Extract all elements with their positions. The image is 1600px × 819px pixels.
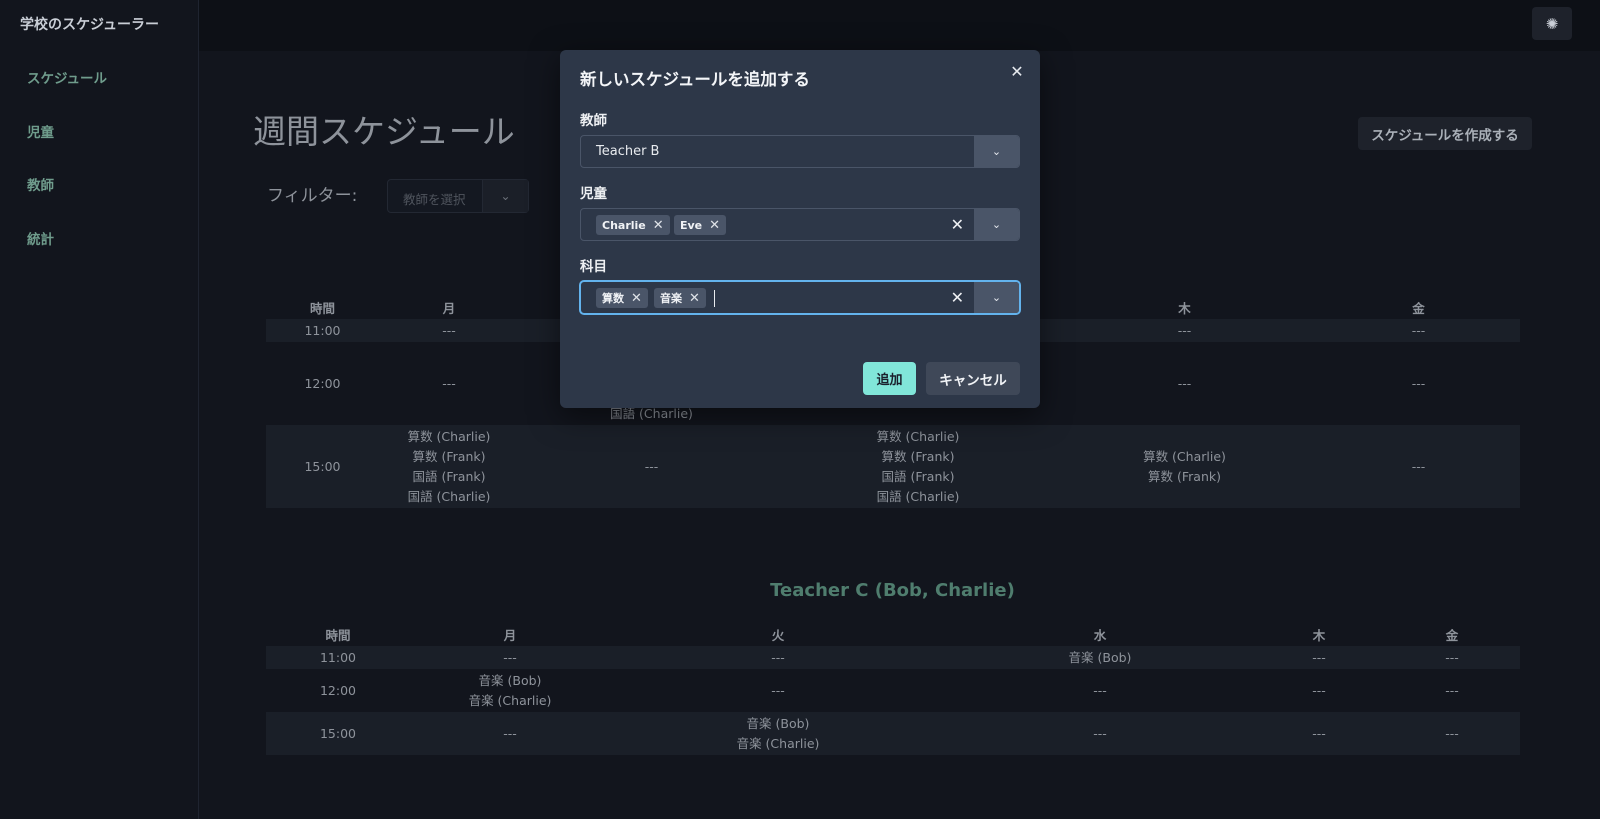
table-cell: --- <box>1093 682 1107 698</box>
filter-label: フィルター: <box>267 186 358 206</box>
clear-icon[interactable]: ✕ <box>951 215 964 234</box>
sidebar-item-schedule[interactable]: スケジュール <box>27 67 107 87</box>
table-header: 時間 <box>309 301 335 316</box>
table-cell: 算数 (Charlie) 算数 (Frank) 国語 (Frank) 国語 (C… <box>379 425 519 508</box>
table-header: 水 <box>1093 628 1107 643</box>
add-schedule-modal: 新しいスケジュールを追加する ✕ 教師 Teacher B ⌄ 児童 Charl… <box>560 50 1040 408</box>
sidebar-item-teachers[interactable]: 教師 <box>27 174 54 194</box>
teacher-select-value: Teacher B <box>596 144 660 159</box>
table-cell: --- <box>771 682 785 698</box>
create-schedule-button[interactable]: スケジュールを作成する <box>1358 117 1532 150</box>
table-header: 月 <box>503 628 517 643</box>
chevron-down-icon[interactable]: ⌄ <box>974 136 1019 167</box>
time-cell: 12:00 <box>319 682 357 698</box>
table-header: 木 <box>1312 628 1326 643</box>
table-cell: 音楽 (Bob) 音楽 (Charlie) <box>468 672 552 708</box>
remove-tag-icon[interactable]: ✕ <box>631 291 642 306</box>
text-caret[interactable] <box>714 290 715 307</box>
table-header-row: 時間 月 火 水 木 金 <box>266 623 1520 646</box>
tag-label: 音楽 <box>660 292 682 305</box>
table-header: 月 <box>442 301 456 316</box>
table-row: 15:00 --- 音楽 (Bob) 音楽 (Charlie) --- --- … <box>266 712 1520 755</box>
children-multiselect[interactable]: Charlie ✕ Eve ✕ ✕ ⌄ <box>580 208 1020 241</box>
table-cell: --- <box>379 319 519 342</box>
cancel-button[interactable]: キャンセル <box>926 362 1020 395</box>
gear-icon: ✺ <box>1545 14 1559 33</box>
remove-tag-icon[interactable]: ✕ <box>689 291 700 306</box>
table-cell: --- <box>610 646 946 669</box>
add-button[interactable]: 追加 <box>863 362 916 395</box>
time-cell: 12:00 <box>304 375 341 391</box>
subject-field-label: 科目 <box>580 259 607 275</box>
app-title: 学校のスケジューラー <box>20 17 160 33</box>
table-cell: 音楽 (Bob) 音楽 (Charlie) <box>610 712 946 755</box>
chevron-down-icon[interactable]: ⌄ <box>974 209 1019 240</box>
table-cell: --- <box>1317 319 1520 342</box>
table-cell: --- <box>1254 646 1384 669</box>
filter-placeholder: 教師を選択 <box>403 192 466 207</box>
teacher-field-label: 教師 <box>580 113 607 129</box>
table-header: 火 <box>771 628 785 643</box>
tag-chip: Charlie ✕ <box>596 215 670 235</box>
page-title: 週間スケジュール <box>253 112 515 151</box>
settings-button[interactable]: ✺ <box>1532 7 1572 40</box>
table-row: 12:00 音楽 (Bob) 音楽 (Charlie) --- --- --- … <box>266 669 1520 712</box>
remove-tag-icon[interactable]: ✕ <box>709 218 720 233</box>
table-cell: 算数 (Charlie) 算数 (Frank) <box>1052 425 1317 508</box>
chevron-down-icon[interactable]: ⌄ <box>482 180 528 212</box>
schedule-table-teacher-c: 時間 月 火 水 木 金 11:00 --- --- 音楽 (Bob) --- … <box>266 623 1520 755</box>
tag-chip: Eve ✕ <box>674 215 727 235</box>
table-cell: --- <box>410 712 610 755</box>
tag-label: Eve <box>680 218 703 232</box>
table-row: 11:00 --- --- 音楽 (Bob) --- --- <box>266 646 1520 669</box>
remove-tag-icon[interactable]: ✕ <box>653 218 664 233</box>
table-cell: --- <box>1312 682 1326 698</box>
chevron-down-icon[interactable]: ⌄ <box>974 282 1019 313</box>
table-cell: --- <box>442 375 456 391</box>
time-cell: 11:00 <box>266 646 410 669</box>
table-cell: --- <box>410 646 610 669</box>
tag-label: Charlie <box>602 218 646 232</box>
table-header: 金 <box>1445 628 1459 643</box>
teacher-select[interactable]: Teacher B ⌄ <box>580 135 1020 168</box>
table-row: 15:00 算数 (Charlie) 算数 (Frank) 国語 (Frank)… <box>266 425 1520 508</box>
subject-multiselect[interactable]: 算数 ✕ 音楽 ✕ ✕ ⌄ <box>580 281 1020 314</box>
time-cell: 15:00 <box>266 425 379 508</box>
sidebar: 学校のスケジューラー スケジュール 児童 教師 統計 <box>0 0 199 819</box>
table-cell: --- <box>1177 375 1192 391</box>
table-cell: 音楽 (Bob) <box>946 646 1254 669</box>
table-cell: --- <box>1052 319 1317 342</box>
table-cell: --- <box>1411 375 1426 391</box>
tag-label: 算数 <box>602 292 624 305</box>
table-header: 木 <box>1178 301 1191 316</box>
table-cell: --- <box>1254 712 1384 755</box>
sidebar-item-children[interactable]: 児童 <box>27 121 54 141</box>
table-cell: --- <box>1317 425 1520 508</box>
table-cell: --- <box>1384 646 1520 669</box>
time-cell: 15:00 <box>266 712 410 755</box>
time-cell: 11:00 <box>266 319 379 342</box>
tag-chip: 音楽 ✕ <box>654 288 706 308</box>
modal-title: 新しいスケジュールを追加する <box>580 70 810 89</box>
close-icon[interactable]: ✕ <box>1008 62 1026 81</box>
table-cell: --- <box>519 425 784 508</box>
teacher-filter-select[interactable]: 教師を選択 ⌄ <box>387 179 529 213</box>
table-cell: --- <box>1445 682 1459 698</box>
sidebar-item-stats[interactable]: 統計 <box>27 228 54 248</box>
table-header: 時間 <box>325 628 351 643</box>
table-cell: 算数 (Charlie) 算数 (Frank) 国語 (Frank) 国語 (C… <box>784 425 1052 508</box>
table-cell: --- <box>1384 712 1520 755</box>
tag-chip: 算数 ✕ <box>596 288 648 308</box>
children-field-label: 児童 <box>580 186 607 202</box>
table-cell: --- <box>946 712 1254 755</box>
clear-icon[interactable]: ✕ <box>951 288 964 307</box>
top-bar: ✺ <box>199 0 1600 51</box>
teacher-c-section-title: Teacher C (Bob, Charlie) <box>770 580 1015 601</box>
table-header: 金 <box>1412 301 1425 316</box>
